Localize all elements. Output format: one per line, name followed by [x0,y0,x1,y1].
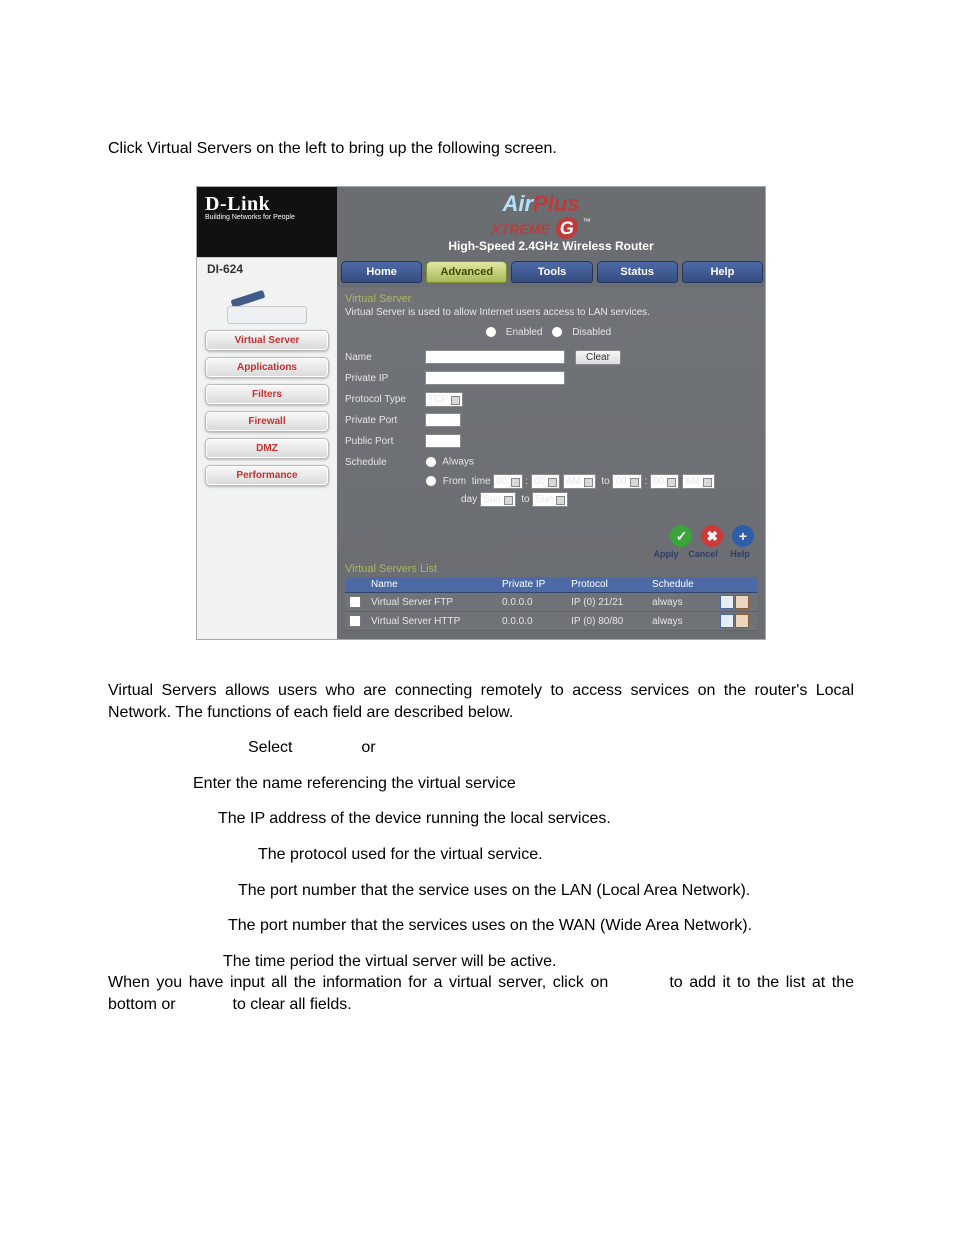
action-buttons: ✓ ✖ + Apply Cancel Help [345,525,757,559]
xtreme-text: XTREME [491,221,549,237]
brand-subtitle: High-Speed 2.4GHz Wireless Router [337,239,765,253]
col-protocol: Protocol [567,577,648,593]
input-public-port[interactable] [425,434,461,448]
label-to: to [601,476,609,487]
intro-text: Click Virtual Servers on the left to bri… [108,140,854,158]
explain-name: Enter the name referencing the virtual s… [108,773,854,795]
row-checkbox[interactable] [349,615,361,627]
input-name[interactable] [425,350,565,364]
label-name: Name [345,352,425,363]
label-disabled: Disabled [572,327,611,338]
select-protocol-type[interactable]: TCP [425,392,463,407]
delete-icon[interactable] [735,595,749,609]
explain-intro: Virtual Servers allows users who are con… [108,680,854,723]
dlink-tagline: Building Networks for People [205,214,329,222]
select-to-min[interactable]: 00 [650,474,679,489]
enable-toggle: Enabled Disabled [345,326,757,338]
explain-protocol-type: The protocol used for the virtual servic… [108,844,854,866]
sidebar-item-applications[interactable]: Applications [205,357,329,378]
col-name: Name [367,577,498,593]
explain-select-or: Select or [108,737,854,759]
edit-icon[interactable] [720,614,734,628]
apply-icon[interactable]: ✓ [670,525,692,547]
radio-always[interactable] [425,456,437,468]
tab-status[interactable]: Status [597,261,678,283]
select-day-to[interactable]: Sun [532,492,568,507]
help-label: Help [723,549,757,559]
clear-button[interactable]: Clear [575,350,621,365]
label-day-to: to [521,494,529,505]
tab-bar: Home Advanced Tools Status Help [337,257,765,287]
label-private-port: Private Port [345,415,425,426]
table-row: Virtual Server HTTP 0.0.0.0 IP (0) 80/80… [345,612,757,631]
explain-schedule: The time period the virtual server will … [108,951,854,973]
router-illustration-icon [227,284,307,324]
router-admin-screenshot: D-Link Building Networks for People AirP… [196,186,766,640]
tab-help[interactable]: Help [682,261,763,283]
section-title: Virtual Server [345,291,757,307]
label-public-port: Public Port [345,436,425,447]
delete-icon[interactable] [735,614,749,628]
col-private-ip: Private IP [498,577,567,593]
help-icon[interactable]: + [732,525,754,547]
edit-icon[interactable] [720,595,734,609]
section-description: Virtual Server is used to allow Internet… [345,307,757,318]
table-row: Virtual Server FTP 0.0.0.0 IP (0) 21/21 … [345,593,757,612]
select-to-hour[interactable]: 00 [612,474,641,489]
cancel-icon[interactable]: ✖ [701,525,723,547]
sidebar-item-performance[interactable]: Performance [205,465,329,486]
apply-label: Apply [649,549,683,559]
sidebar-item-filters[interactable]: Filters [205,384,329,405]
label-day: day [461,494,477,505]
label-from: From [443,476,466,487]
tab-tools[interactable]: Tools [511,261,592,283]
explain-closing: When you have input all the information … [108,972,854,1015]
row-checkbox[interactable] [349,596,361,608]
select-day-from[interactable]: Sun [480,492,516,507]
explain-public-port: The port number that the services uses o… [108,915,854,937]
brand-banner: AirPlus XTREME G ™ High-Speed 2.4GHz Wir… [337,187,765,257]
label-time: time [472,476,491,487]
explain-private-ip: The IP address of the device running the… [108,808,854,830]
g-icon: G [555,217,580,239]
label-private-ip: Private IP [345,373,425,384]
radio-enabled[interactable] [485,326,497,338]
input-private-ip[interactable] [425,371,565,385]
virtual-servers-table: Name Private IP Protocol Schedule [345,577,757,631]
explain-private-port: The port number that the service uses on… [108,880,854,902]
select-from-min[interactable]: 00 [531,474,560,489]
radio-disabled[interactable] [551,326,563,338]
model-label: DI-624 [197,257,337,284]
vs-list-title: Virtual Servers List [345,563,757,575]
label-schedule: Schedule [345,457,425,468]
radio-from[interactable] [425,475,437,487]
tab-advanced[interactable]: Advanced [426,261,507,283]
label-protocol-type: Protocol Type [345,394,425,405]
sidebar-item-dmz[interactable]: DMZ [205,438,329,459]
col-schedule: Schedule [648,577,715,593]
label-always: Always [442,457,474,468]
label-enabled: Enabled [506,327,543,338]
select-from-ampm[interactable]: AM [563,474,596,489]
sidebar-item-virtual-server[interactable]: Virtual Server [205,330,329,351]
dlink-logo-block: D-Link Building Networks for People [197,187,337,257]
dlink-logo: D-Link [205,193,329,216]
tm-mark: ™ [583,217,591,226]
airplus-logo: AirPlus [502,191,579,216]
tab-home[interactable]: Home [341,261,422,283]
input-private-port[interactable] [425,413,461,427]
select-from-hour[interactable]: 00 [493,474,522,489]
sidebar-item-firewall[interactable]: Firewall [205,411,329,432]
cancel-label: Cancel [686,549,720,559]
select-to-ampm[interactable]: AM [682,474,715,489]
